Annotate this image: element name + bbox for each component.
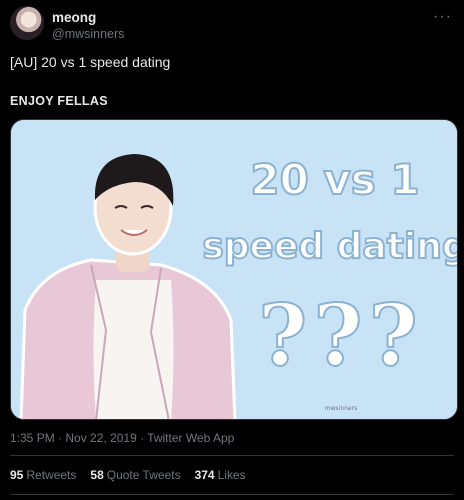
display-name[interactable]: meong	[52, 10, 96, 25]
retweets-count: 95	[10, 468, 24, 482]
tweet-text: [AU] 20 vs 1 speed dating	[10, 54, 171, 70]
tweet-text-2: ENJOY FELLAS	[10, 94, 108, 108]
avatar[interactable]	[10, 6, 44, 40]
quotes-stat[interactable]: 58 Quote Tweets	[90, 468, 180, 482]
divider-top	[10, 455, 454, 456]
tweet-metadata[interactable]: 1:35 PM · Nov 22, 2019 · Twitter Web App	[10, 431, 234, 445]
quotes-count: 58	[90, 468, 104, 482]
tweet-image[interactable]: 20 vs 1 speed dating ??? mwsinners	[10, 119, 458, 420]
likes-stat[interactable]: 374 Likes	[195, 468, 246, 482]
retweets-label: Retweets	[26, 468, 77, 482]
user-handle[interactable]: @mwsinners	[52, 27, 124, 41]
image-art: 20 vs 1 speed dating ??? mwsinners	[11, 120, 458, 419]
retweets-stat[interactable]: 95 Retweets	[10, 468, 76, 482]
image-title-1: 20 vs 1	[250, 155, 419, 204]
engagement-stats: 95 Retweets 58 Quote Tweets 374 Likes	[10, 468, 246, 482]
image-title-2: speed dating	[202, 226, 458, 267]
tweet-header: meong @mwsinners ···	[10, 6, 454, 42]
likes-label: Likes	[217, 468, 246, 482]
more-dots-icon[interactable]: ···	[433, 8, 452, 26]
image-watermark: mwsinners	[325, 405, 357, 412]
question-marks: ???	[258, 286, 424, 385]
likes-count: 374	[194, 468, 215, 482]
divider-bottom	[10, 494, 454, 495]
quotes-label: Quote Tweets	[106, 468, 181, 482]
